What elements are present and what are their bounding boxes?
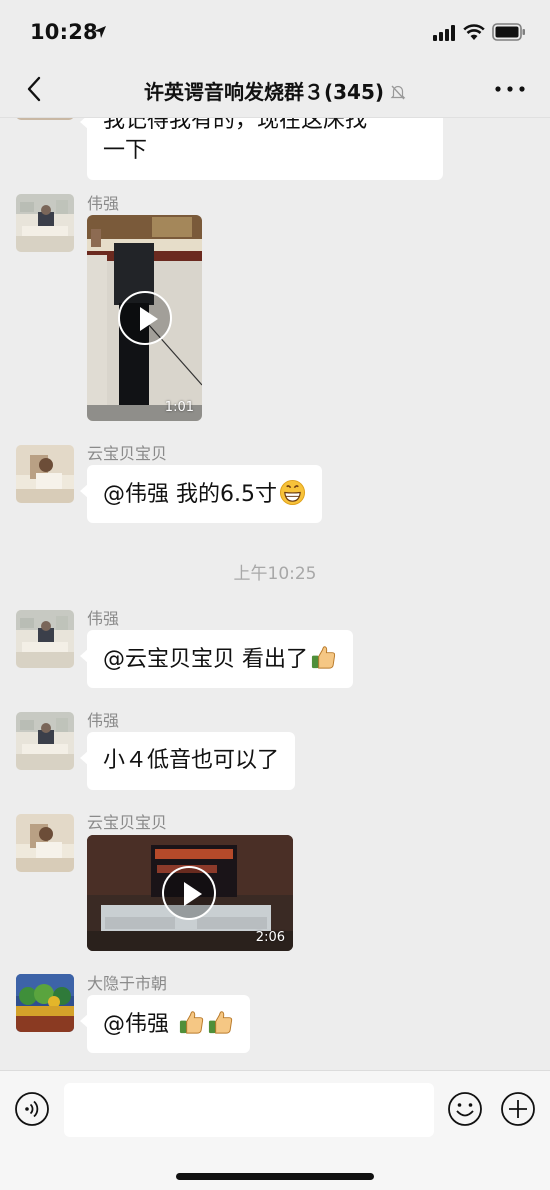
video-message[interactable]: 1:01: [87, 215, 202, 421]
chat-header: 许英谔音响发烧群３(345): [0, 62, 550, 118]
avatar[interactable]: [16, 814, 74, 872]
message-line: 一下: [103, 138, 148, 163]
video-duration: 2:06: [255, 930, 285, 945]
sender-name: 大隐于市朝: [87, 974, 168, 993]
sender-name: 云宝贝宝贝: [87, 444, 168, 463]
sender-name: 云宝贝宝贝: [87, 813, 168, 832]
smiley-icon[interactable]: [447, 1091, 483, 1127]
chat-title: 许英谔音响发烧群３(345): [0, 76, 550, 105]
avatar[interactable]: [16, 610, 74, 668]
sender-name: 伟强: [87, 609, 120, 628]
avatar[interactable]: [16, 974, 74, 1032]
message-text: @伟强 我的6.5寸: [103, 482, 277, 507]
message-timestamp: 上午10:25: [233, 564, 317, 584]
location-arrow-icon: [94, 26, 106, 38]
cellular-signal-icon: [433, 25, 455, 41]
battery-icon: [492, 23, 525, 41]
text-message[interactable]: @伟强: [80, 995, 250, 1053]
message-text: @伟强: [103, 1012, 176, 1037]
voice-icon[interactable]: [14, 1091, 50, 1127]
text-message[interactable]: 小４低音也可以了: [79, 732, 296, 790]
avatar[interactable]: [16, 712, 74, 770]
more-options-button[interactable]: [490, 72, 530, 106]
status-time: 10:28: [30, 20, 98, 44]
text-message[interactable]: 我记得我有的，现在这床找 一下: [80, 118, 443, 180]
text-message[interactable]: @云宝贝宝贝 看出了: [80, 630, 353, 688]
message-list[interactable]: 我记得我有的，现在这床找 一下 伟强 1:01 云宝贝宝贝 @伟强 我的6.5寸…: [0, 118, 550, 1070]
status-bar: 10:28: [0, 0, 550, 62]
input-bar: [0, 1070, 550, 1190]
thumbs-up-icon: [208, 1011, 233, 1034]
avatar[interactable]: [16, 194, 74, 252]
group-name: 许英谔音响发烧群３(345): [143, 80, 385, 104]
partial-avatar: [16, 118, 74, 120]
message-text: 小４低音也可以了: [103, 748, 280, 773]
message-text: @云宝贝宝贝 看出了: [103, 647, 308, 672]
video-duration: 1:01: [164, 400, 194, 415]
thumbs-up-icon: [179, 1011, 204, 1034]
sender-name: 伟强: [87, 194, 120, 213]
avatar[interactable]: [16, 445, 74, 503]
grinning-face-icon: [279, 479, 306, 506]
play-button[interactable]: [118, 291, 172, 345]
message-line: 我记得我有的，现在这床找: [103, 118, 368, 133]
message-input[interactable]: [64, 1083, 434, 1137]
play-button[interactable]: [162, 866, 216, 920]
thumbs-up-icon: [311, 646, 336, 669]
text-message[interactable]: @伟强 我的6.5寸: [80, 465, 322, 523]
home-indicator: [176, 1173, 374, 1180]
wifi-icon: [463, 24, 485, 40]
sender-name: 伟强: [87, 711, 120, 730]
plus-icon[interactable]: [500, 1091, 536, 1127]
bell-slash-icon: [390, 85, 406, 100]
video-message[interactable]: 2:06: [87, 835, 293, 951]
